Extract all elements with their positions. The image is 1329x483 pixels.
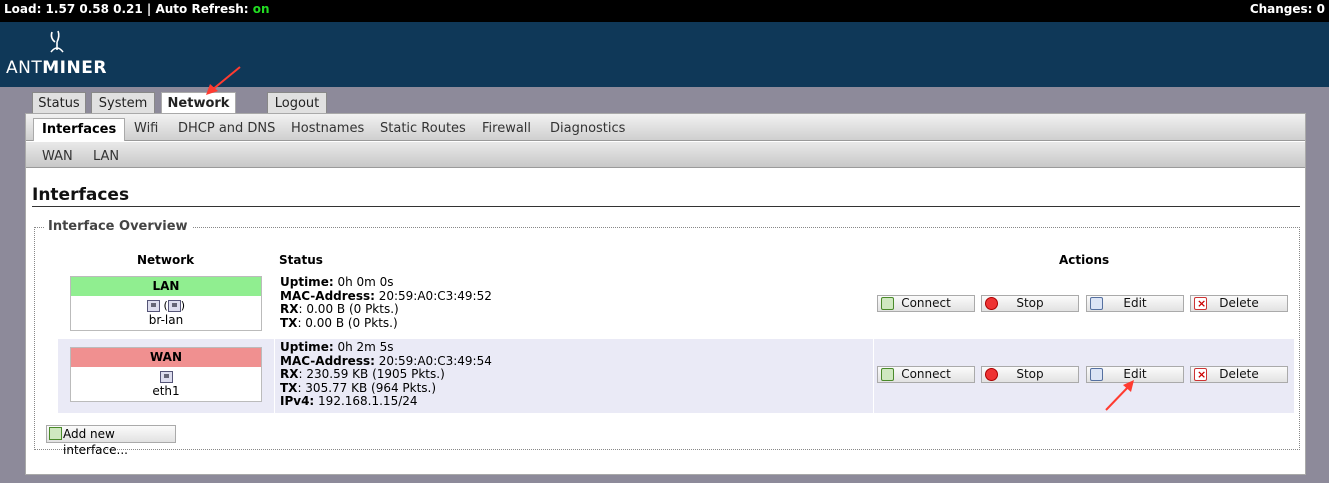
load-indicator: Load: 1.57 0.58 0.21 | Auto Refresh: on <box>4 0 270 18</box>
subtab-wifi[interactable]: Wifi <box>126 118 166 141</box>
delete-icon <box>1194 367 1207 382</box>
column-divider <box>873 339 874 413</box>
annotation-arrow-network <box>206 66 241 95</box>
subtab-hostnames[interactable]: Hostnames <box>283 118 372 141</box>
delete-icon <box>1194 296 1207 311</box>
delete-button-lan[interactable]: Delete <box>1190 295 1288 312</box>
subtab-diagnostics[interactable]: Diagnostics <box>542 118 633 141</box>
connect-button-lan[interactable]: Connect <box>877 295 975 312</box>
subtab-interfaces[interactable]: Interfaces <box>33 118 126 141</box>
status-bar: Load: 1.57 0.58 0.21 | Auto Refresh: on … <box>0 0 1329 22</box>
tab-logout[interactable]: Logout <box>267 92 327 114</box>
sub-tabs: Interfaces Wifi DHCP and DNS Hostnames S… <box>26 114 1305 141</box>
section-title: Interface Overview <box>44 219 192 234</box>
subsubtab-lan[interactable]: LAN <box>93 146 119 168</box>
stop-icon <box>985 297 998 310</box>
tab-system[interactable]: System <box>91 92 155 114</box>
interface-status: Uptime: 0h 2m 5s MAC-Address: 20:59:A0:C… <box>280 340 492 408</box>
tab-status[interactable]: Status <box>32 92 86 114</box>
page-title: Interfaces <box>32 185 130 205</box>
title-divider <box>32 206 1300 207</box>
device-icons <box>71 369 261 384</box>
add-icon <box>49 427 62 440</box>
network-name: WAN <box>71 348 261 367</box>
column-divider <box>274 270 275 344</box>
connect-icon <box>881 368 894 381</box>
column-divider <box>274 339 275 413</box>
column-divider <box>873 270 874 344</box>
connect-icon <box>881 297 894 310</box>
stop-icon <box>985 368 998 381</box>
device-name: eth1 <box>152 384 180 398</box>
load-text: Load: 1.57 0.58 0.21 | Auto Refresh: <box>4 2 253 16</box>
edit-icon <box>1090 297 1103 310</box>
interface-tabs: WAN LAN <box>26 142 1305 168</box>
connect-button-wan[interactable]: Connect <box>877 366 975 383</box>
antminer-logo: ANTMINER <box>6 30 106 82</box>
logo-text: ANTMINER <box>6 58 107 78</box>
changes-counter[interactable]: Changes: 0 <box>1250 0 1325 18</box>
subsubtab-wan[interactable]: WAN <box>42 146 73 168</box>
network-badge-lan[interactable]: LAN () br-lan <box>70 276 262 331</box>
column-header-status: Status <box>279 253 323 267</box>
content-panel: Interfaces Wifi DHCP and DNS Hostnames S… <box>25 113 1306 475</box>
edit-button-lan[interactable]: Edit <box>1086 295 1184 312</box>
device-name: br-lan <box>148 313 184 327</box>
ant-icon <box>50 30 64 53</box>
auto-refresh-toggle[interactable]: on <box>253 2 270 16</box>
subtab-static-routes[interactable]: Static Routes <box>372 118 474 141</box>
network-name: LAN <box>71 277 261 296</box>
subtab-dhcp-dns[interactable]: DHCP and DNS <box>170 118 283 141</box>
annotation-arrow-edit <box>1105 380 1134 411</box>
stop-button-lan[interactable]: Stop <box>981 295 1079 312</box>
table-row: LAN () br-lan Uptime: 0h 0m 0s MAC-Addre… <box>58 270 1294 344</box>
interface-status: Uptime: 0h 0m 0s MAC-Address: 20:59:A0:C… <box>280 275 492 330</box>
add-interface-button[interactable]: Add new interface... <box>46 425 176 457</box>
subtab-firewall[interactable]: Firewall <box>474 118 539 141</box>
device-icons: () <box>71 298 261 313</box>
stop-button-wan[interactable]: Stop <box>981 366 1079 383</box>
delete-button-wan[interactable]: Delete <box>1190 366 1288 383</box>
network-badge-wan[interactable]: WAN eth1 <box>70 347 262 402</box>
ethernet-icon <box>159 371 173 383</box>
column-header-network: Network <box>137 253 195 267</box>
bridge-icon <box>146 300 160 312</box>
ethernet-icon <box>167 300 181 312</box>
column-header-actions: Actions <box>1059 253 1110 267</box>
